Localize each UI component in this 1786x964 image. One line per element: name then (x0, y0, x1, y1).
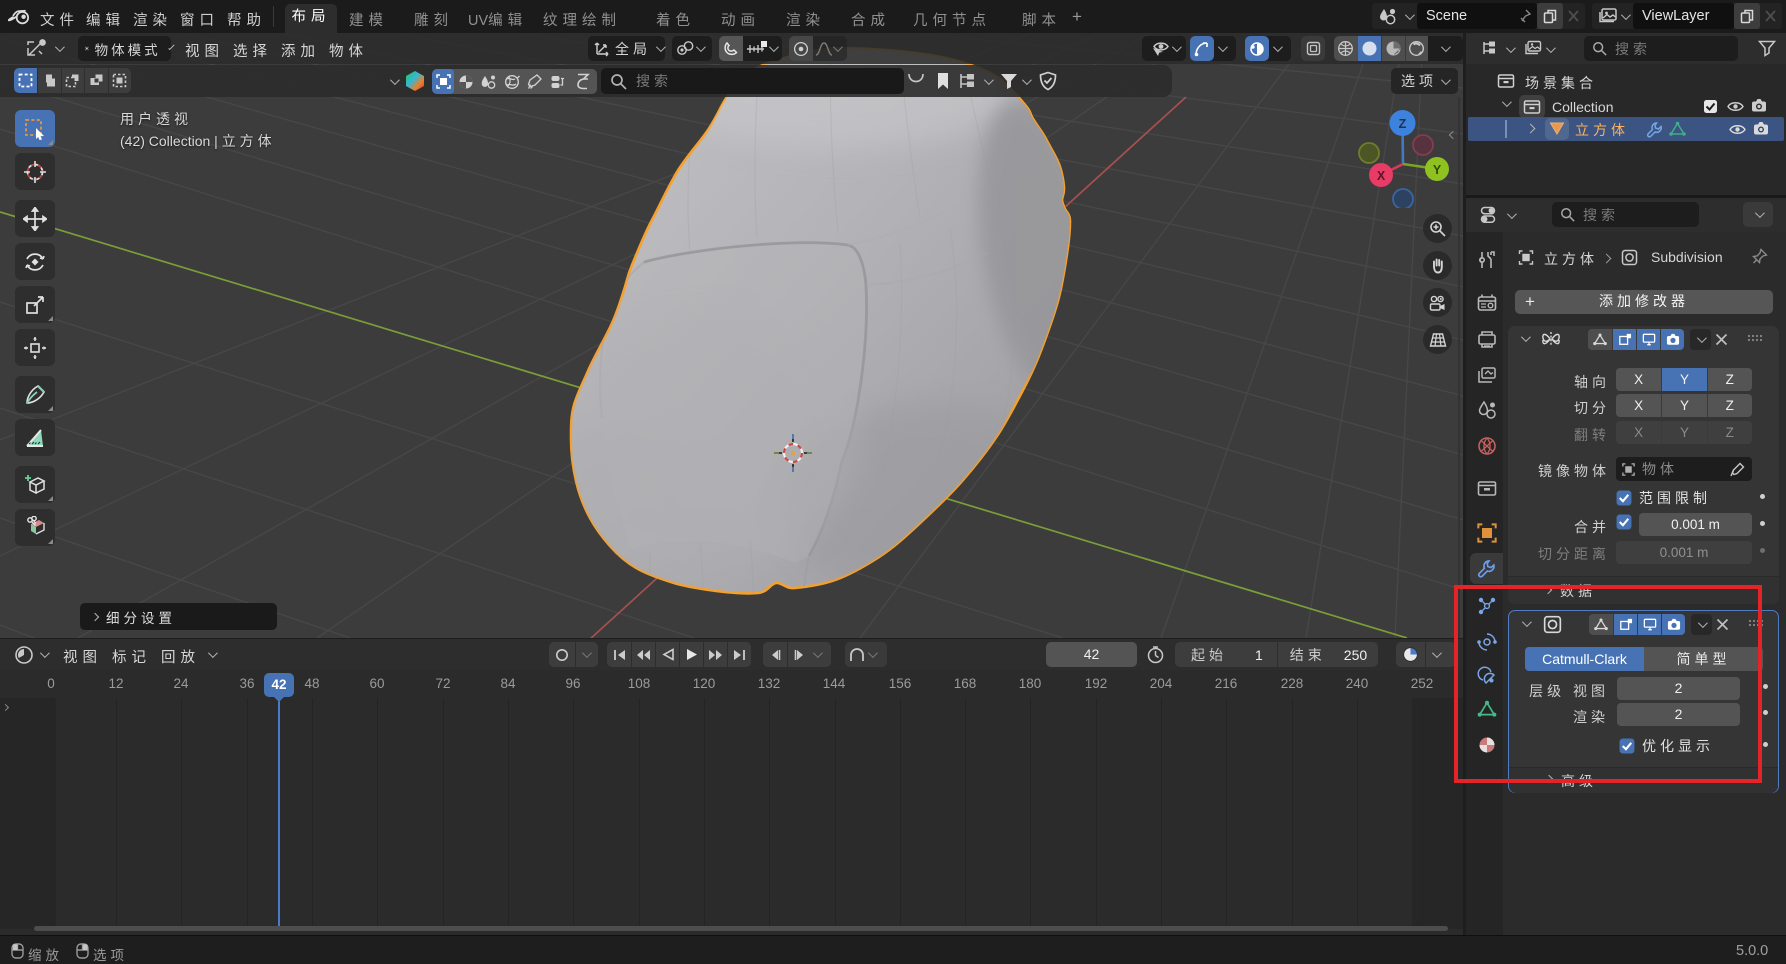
svg-text:X: X (1377, 169, 1386, 183)
svg-text:Y: Y (1433, 163, 1442, 177)
svg-text:Z: Z (1399, 117, 1407, 131)
